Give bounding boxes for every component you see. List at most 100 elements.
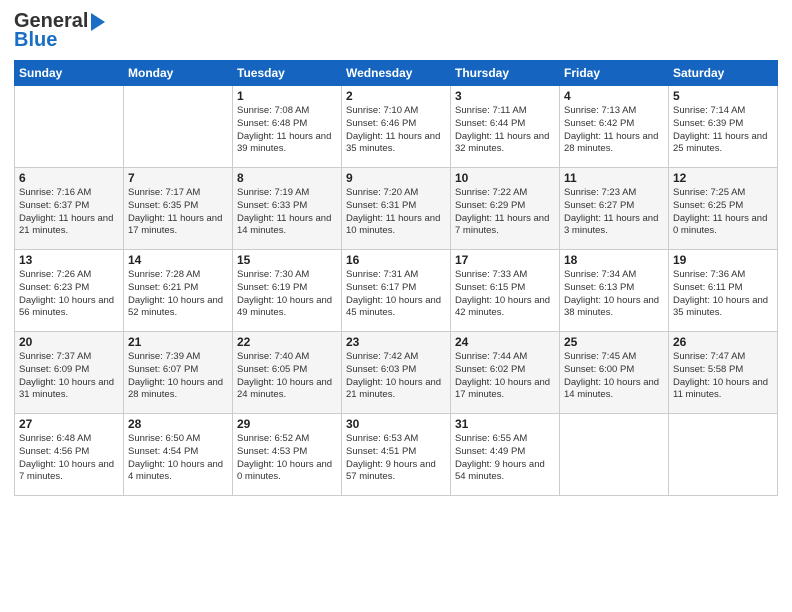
cell-info: Sunrise: 7:20 AM Sunset: 6:31 PM Dayligh… [346, 187, 446, 238]
day-number: 15 [237, 253, 337, 267]
day-number: 31 [455, 417, 555, 431]
calendar-cell: 24 Sunrise: 7:44 AM Sunset: 6:02 PM Dayli… [451, 332, 560, 414]
calendar-week-row: 20Sunrise: 7:37 AM Sunset: 6:09 PM Dayli… [15, 332, 778, 414]
calendar-cell: 4 Sunrise: 7:13 AM Sunset: 6:42 PM Daylig… [560, 86, 669, 168]
calendar-cell: 31 Sunrise: 6:55 AM Sunset: 4:49 PM Dayli… [451, 414, 560, 496]
cell-info: Sunrise: 7:08 AM Sunset: 6:48 PM Dayligh… [237, 105, 337, 156]
day-number: 3 [455, 89, 555, 103]
calendar-cell: 10 Sunrise: 7:22 AM Sunset: 6:29 PM Dayli… [451, 168, 560, 250]
page: General Blue SundayMondayTuesdayWednesda… [0, 0, 792, 612]
calendar-cell [15, 86, 124, 168]
cell-info: Sunrise: 7:14 AM Sunset: 6:39 PM Dayligh… [673, 105, 773, 156]
cell-info: Sunrise: 6:53 AM Sunset: 4:51 PM Dayligh… [346, 433, 446, 484]
day-number: 8 [237, 171, 337, 185]
calendar-cell: 8 Sunrise: 7:19 AM Sunset: 6:33 PM Daylig… [233, 168, 342, 250]
cell-info: Sunrise: 7:22 AM Sunset: 6:29 PM Dayligh… [455, 187, 555, 238]
header: General Blue [14, 10, 778, 52]
day-number: 4 [564, 89, 664, 103]
cell-info: Sunrise: 7:36 AM Sunset: 6:11 PM Dayligh… [673, 269, 773, 320]
calendar-cell: 1 Sunrise: 7:08 AM Sunset: 6:48 PM Daylig… [233, 86, 342, 168]
day-number: 24 [455, 335, 555, 349]
day-number: 9 [346, 171, 446, 185]
cell-info: Sunrise: 7:47 AM Sunset: 5:58 PM Dayligh… [673, 351, 773, 402]
logo-blue: Blue [14, 29, 57, 52]
day-number: 27 [19, 417, 119, 431]
cell-info: Sunrise: 6:55 AM Sunset: 4:49 PM Dayligh… [455, 433, 555, 484]
calendar-cell: 6Sunrise: 7:16 AM Sunset: 6:37 PM Daylig… [15, 168, 124, 250]
day-number: 17 [455, 253, 555, 267]
calendar-cell: 14Sunrise: 7:28 AM Sunset: 6:21 PM Dayli… [124, 250, 233, 332]
day-header-row: SundayMondayTuesdayWednesdayThursdayFrid… [15, 61, 778, 86]
day-number: 21 [128, 335, 228, 349]
calendar-cell: 5 Sunrise: 7:14 AM Sunset: 6:39 PM Daylig… [669, 86, 778, 168]
calendar-cell [669, 414, 778, 496]
calendar-cell: 20Sunrise: 7:37 AM Sunset: 6:09 PM Dayli… [15, 332, 124, 414]
cell-info: Sunrise: 6:50 AM Sunset: 4:54 PM Dayligh… [128, 433, 228, 484]
day-number: 13 [19, 253, 119, 267]
day-number: 18 [564, 253, 664, 267]
cell-info: Sunrise: 7:30 AM Sunset: 6:19 PM Dayligh… [237, 269, 337, 320]
day-of-week-header: Thursday [451, 61, 560, 86]
calendar-week-row: 27 Sunrise: 6:48 AM Sunset: 4:56 PM Dayli… [15, 414, 778, 496]
day-of-week-header: Saturday [669, 61, 778, 86]
day-of-week-header: Sunday [15, 61, 124, 86]
cell-info: Sunrise: 6:48 AM Sunset: 4:56 PM Dayligh… [19, 433, 119, 484]
calendar-cell: 30 Sunrise: 6:53 AM Sunset: 4:51 PM Dayli… [342, 414, 451, 496]
calendar-cell: 17Sunrise: 7:33 AM Sunset: 6:15 PM Dayli… [451, 250, 560, 332]
cell-info: Sunrise: 7:17 AM Sunset: 6:35 PM Dayligh… [128, 187, 228, 238]
day-number: 30 [346, 417, 446, 431]
cell-info: Sunrise: 7:10 AM Sunset: 6:46 PM Dayligh… [346, 105, 446, 156]
day-of-week-header: Tuesday [233, 61, 342, 86]
calendar-cell: 21 Sunrise: 7:39 AM Sunset: 6:07 PM Dayli… [124, 332, 233, 414]
logo-arrow-icon [91, 13, 105, 31]
day-number: 1 [237, 89, 337, 103]
cell-info: Sunrise: 7:23 AM Sunset: 6:27 PM Dayligh… [564, 187, 664, 238]
day-number: 16 [346, 253, 446, 267]
day-number: 26 [673, 335, 773, 349]
day-of-week-header: Friday [560, 61, 669, 86]
cell-info: Sunrise: 7:34 AM Sunset: 6:13 PM Dayligh… [564, 269, 664, 320]
cell-info: Sunrise: 7:44 AM Sunset: 6:02 PM Dayligh… [455, 351, 555, 402]
calendar-cell: 16 Sunrise: 7:31 AM Sunset: 6:17 PM Dayli… [342, 250, 451, 332]
day-of-week-header: Wednesday [342, 61, 451, 86]
day-of-week-header: Monday [124, 61, 233, 86]
cell-info: Sunrise: 7:26 AM Sunset: 6:23 PM Dayligh… [19, 269, 119, 320]
calendar-cell: 25 Sunrise: 7:45 AM Sunset: 6:00 PM Dayli… [560, 332, 669, 414]
day-number: 12 [673, 171, 773, 185]
calendar-week-row: 6Sunrise: 7:16 AM Sunset: 6:37 PM Daylig… [15, 168, 778, 250]
calendar-cell: 22Sunrise: 7:40 AM Sunset: 6:05 PM Dayli… [233, 332, 342, 414]
day-number: 2 [346, 89, 446, 103]
day-number: 7 [128, 171, 228, 185]
day-number: 5 [673, 89, 773, 103]
cell-info: Sunrise: 7:28 AM Sunset: 6:21 PM Dayligh… [128, 269, 228, 320]
day-number: 29 [237, 417, 337, 431]
cell-info: Sunrise: 7:40 AM Sunset: 6:05 PM Dayligh… [237, 351, 337, 402]
logo: General Blue [14, 10, 105, 52]
calendar-week-row: 1 Sunrise: 7:08 AM Sunset: 6:48 PM Daylig… [15, 86, 778, 168]
calendar-week-row: 13 Sunrise: 7:26 AM Sunset: 6:23 PM Dayli… [15, 250, 778, 332]
cell-info: Sunrise: 7:45 AM Sunset: 6:00 PM Dayligh… [564, 351, 664, 402]
cell-info: Sunrise: 7:13 AM Sunset: 6:42 PM Dayligh… [564, 105, 664, 156]
calendar-cell: 23 Sunrise: 7:42 AM Sunset: 6:03 PM Dayli… [342, 332, 451, 414]
calendar-cell: 29Sunrise: 6:52 AM Sunset: 4:53 PM Dayli… [233, 414, 342, 496]
calendar-cell: 19 Sunrise: 7:36 AM Sunset: 6:11 PM Dayli… [669, 250, 778, 332]
cell-info: Sunrise: 7:31 AM Sunset: 6:17 PM Dayligh… [346, 269, 446, 320]
day-number: 10 [455, 171, 555, 185]
calendar-table: SundayMondayTuesdayWednesdayThursdayFrid… [14, 60, 778, 496]
day-number: 6 [19, 171, 119, 185]
day-number: 25 [564, 335, 664, 349]
calendar-cell: 7 Sunrise: 7:17 AM Sunset: 6:35 PM Daylig… [124, 168, 233, 250]
calendar-cell: 2 Sunrise: 7:10 AM Sunset: 6:46 PM Daylig… [342, 86, 451, 168]
day-number: 23 [346, 335, 446, 349]
calendar-cell: 27 Sunrise: 6:48 AM Sunset: 4:56 PM Dayli… [15, 414, 124, 496]
cell-info: Sunrise: 7:42 AM Sunset: 6:03 PM Dayligh… [346, 351, 446, 402]
calendar-cell: 18 Sunrise: 7:34 AM Sunset: 6:13 PM Dayli… [560, 250, 669, 332]
day-number: 28 [128, 417, 228, 431]
calendar-cell: 28 Sunrise: 6:50 AM Sunset: 4:54 PM Dayli… [124, 414, 233, 496]
cell-info: Sunrise: 7:39 AM Sunset: 6:07 PM Dayligh… [128, 351, 228, 402]
cell-info: Sunrise: 7:19 AM Sunset: 6:33 PM Dayligh… [237, 187, 337, 238]
calendar-cell [124, 86, 233, 168]
day-number: 19 [673, 253, 773, 267]
day-number: 20 [19, 335, 119, 349]
calendar-cell: 9 Sunrise: 7:20 AM Sunset: 6:31 PM Daylig… [342, 168, 451, 250]
